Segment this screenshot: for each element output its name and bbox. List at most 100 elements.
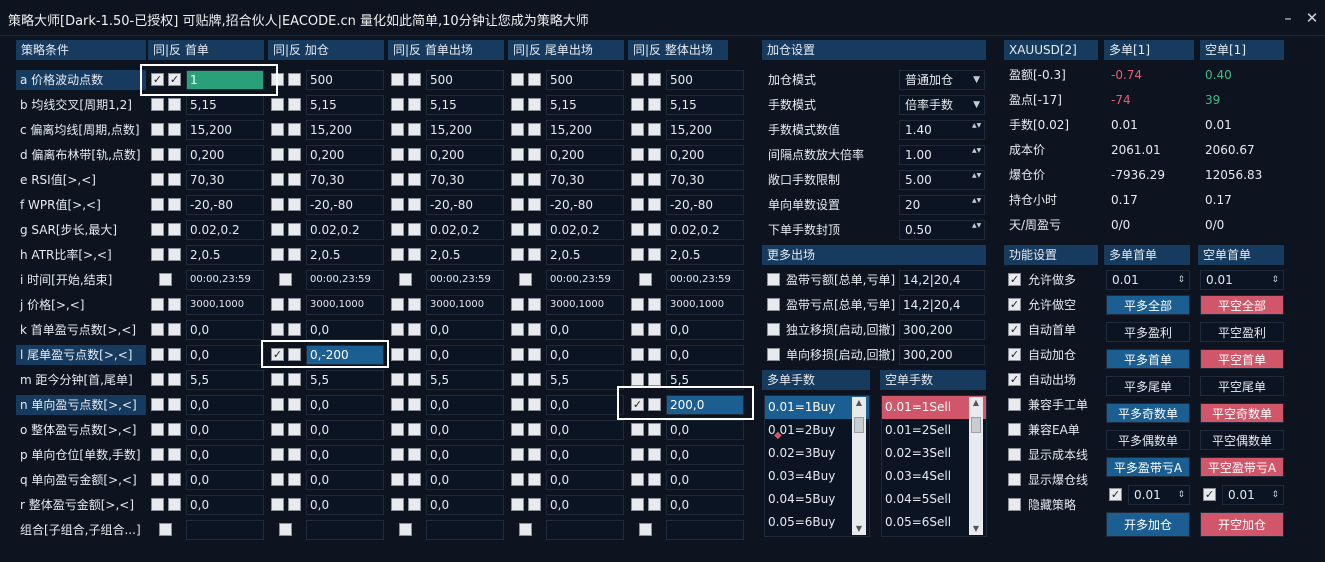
reverse-checkbox-16-3[interactable] <box>528 473 541 486</box>
condition-input-16-2[interactable]: 0,0 <box>426 470 504 490</box>
more-exit-checkbox-3[interactable] <box>767 348 780 361</box>
condition-input-1-2[interactable]: 5,15 <box>426 95 504 115</box>
same-checkbox-4-3[interactable] <box>511 173 524 186</box>
reverse-checkbox-1-0[interactable] <box>168 98 181 111</box>
open-sell-add-button[interactable]: 开空加仓 <box>1200 512 1284 537</box>
scroll-up-icon[interactable]: ▲ <box>969 397 983 409</box>
reverse-checkbox-16-1[interactable] <box>288 473 301 486</box>
reverse-checkbox-16-0[interactable] <box>168 473 181 486</box>
reverse-checkbox-9-2[interactable] <box>408 298 421 311</box>
condition-label-13[interactable]: n 单向盈亏点数[>,<] <box>16 395 146 415</box>
reverse-checkbox-2-4[interactable] <box>648 123 661 136</box>
reverse-checkbox-14-4[interactable] <box>648 423 661 436</box>
condition-input-6-0[interactable]: 0.02,0.2 <box>186 220 264 240</box>
condition-label-5[interactable]: f WPR值[>,<] <box>16 195 146 215</box>
open-buy-add-button[interactable]: 开多加仓 <box>1106 512 1190 537</box>
add-setting-control-2[interactable]: 1.40 ▲▼ <box>899 120 985 140</box>
same-checkbox-14-4[interactable] <box>631 423 644 436</box>
same-checkbox-14-0[interactable] <box>151 423 164 436</box>
same-checkbox-2-1[interactable] <box>271 123 284 136</box>
same-checkbox-17-3[interactable] <box>511 498 524 511</box>
scroll-thumb[interactable] <box>854 417 864 433</box>
reverse-checkbox-7-2[interactable] <box>408 248 421 261</box>
same-checkbox-7-3[interactable] <box>511 248 524 261</box>
condition-input-2-4[interactable]: 15,200 <box>666 120 744 140</box>
reverse-checkbox-11-4[interactable] <box>648 348 661 361</box>
same-checkbox-10-2[interactable] <box>391 323 404 336</box>
reverse-checkbox-17-4[interactable] <box>648 498 661 511</box>
same-checkbox-13-2[interactable] <box>391 398 404 411</box>
checkbox-8-3[interactable] <box>519 273 532 286</box>
same-checkbox-16-1[interactable] <box>271 473 284 486</box>
reverse-checkbox-7-4[interactable] <box>648 248 661 261</box>
same-checkbox-6-4[interactable] <box>631 223 644 236</box>
same-checkbox-6-1[interactable] <box>271 223 284 236</box>
condition-input-5-2[interactable]: -20,-80 <box>426 195 504 215</box>
reverse-checkbox-5-1[interactable] <box>288 198 301 211</box>
reverse-checkbox-9-1[interactable] <box>288 298 301 311</box>
condition-input-9-3[interactable]: 3000,1000 <box>546 295 624 315</box>
condition-input-18-4[interactable] <box>666 520 744 540</box>
condition-label-8[interactable]: i 时间[开始,结束] <box>16 270 146 290</box>
reverse-checkbox-16-2[interactable] <box>408 473 421 486</box>
reverse-checkbox-1-1[interactable] <box>288 98 301 111</box>
checkbox-18-4[interactable] <box>639 523 652 536</box>
same-checkbox-4-2[interactable] <box>391 173 404 186</box>
same-checkbox-7-2[interactable] <box>391 248 404 261</box>
same-checkbox-3-3[interactable] <box>511 148 524 161</box>
add-setting-control-0[interactable]: 普通加仓 ▼ <box>899 70 985 90</box>
condition-input-6-4[interactable]: 0.02,0.2 <box>666 220 744 240</box>
condition-input-14-0[interactable]: 0,0 <box>186 420 264 440</box>
same-checkbox-11-2[interactable] <box>391 348 404 361</box>
reverse-checkbox-4-4[interactable] <box>648 173 661 186</box>
reverse-checkbox-9-0[interactable] <box>168 298 181 311</box>
condition-label-9[interactable]: j 价格[>,<] <box>16 295 146 315</box>
checkbox-8-4[interactable] <box>639 273 652 286</box>
condition-input-16-3[interactable]: 0,0 <box>546 470 624 490</box>
condition-input-15-0[interactable]: 0,0 <box>186 445 264 465</box>
checkbox-8-2[interactable] <box>399 273 412 286</box>
more-exit-checkbox-1[interactable] <box>767 298 780 311</box>
same-checkbox-6-3[interactable] <box>511 223 524 236</box>
checkbox-18-3[interactable] <box>519 523 532 536</box>
reverse-checkbox-9-4[interactable] <box>648 298 661 311</box>
condition-input-9-4[interactable]: 3000,1000 <box>666 295 744 315</box>
reverse-checkbox-15-4[interactable] <box>648 448 661 461</box>
same-checkbox-15-0[interactable] <box>151 448 164 461</box>
buy-action-button-6[interactable]: 平多盈带亏A <box>1106 457 1190 477</box>
condition-input-0-3[interactable]: 500 <box>546 70 624 90</box>
condition-input-1-4[interactable]: 5,15 <box>666 95 744 115</box>
checkbox-18-0[interactable] <box>159 523 172 536</box>
scroll-down-icon[interactable]: ▼ <box>969 523 983 535</box>
reverse-checkbox-2-3[interactable] <box>528 123 541 136</box>
same-checkbox-9-2[interactable] <box>391 298 404 311</box>
same-checkbox-12-1[interactable] <box>271 373 284 386</box>
same-checkbox-12-2[interactable] <box>391 373 404 386</box>
reverse-checkbox-12-3[interactable] <box>528 373 541 386</box>
dropdown-arrow-icon[interactable]: ▼ <box>973 71 980 89</box>
sell-action-button-6[interactable]: 平空盈带亏A <box>1200 457 1284 477</box>
sell-action-button-0[interactable]: 平空全部 <box>1200 295 1284 315</box>
same-checkbox-17-4[interactable] <box>631 498 644 511</box>
condition-input-12-3[interactable]: 5,5 <box>546 370 624 390</box>
condition-input-17-3[interactable]: 0,0 <box>546 495 624 515</box>
reverse-checkbox-0-4[interactable] <box>648 73 661 86</box>
condition-input-0-1[interactable]: 500 <box>306 70 384 90</box>
same-checkbox-1-0[interactable] <box>151 98 164 111</box>
condition-input-18-2[interactable] <box>426 520 504 540</box>
condition-label-10[interactable]: k 首单盈亏点数[>,<] <box>16 320 146 340</box>
condition-input-15-4[interactable]: 0,0 <box>666 445 744 465</box>
reverse-checkbox-14-0[interactable] <box>168 423 181 436</box>
same-checkbox-3-2[interactable] <box>391 148 404 161</box>
reverse-checkbox-13-3[interactable] <box>528 398 541 411</box>
sell-action-button-5[interactable]: 平空偶数单 <box>1200 430 1284 450</box>
condition-input-17-1[interactable]: 0,0 <box>306 495 384 515</box>
buy-action-button-0[interactable]: 平多全部 <box>1106 295 1190 315</box>
same-checkbox-1-4[interactable] <box>631 98 644 111</box>
func-checkbox-4[interactable]: ✓ <box>1008 373 1021 386</box>
buy-action-button-5[interactable]: 平多偶数单 <box>1106 430 1190 450</box>
add-setting-control-6[interactable]: 0.50 ▲▼ <box>899 220 985 240</box>
reverse-checkbox-14-3[interactable] <box>528 423 541 436</box>
reverse-checkbox-10-3[interactable] <box>528 323 541 336</box>
reverse-checkbox-4-1[interactable] <box>288 173 301 186</box>
